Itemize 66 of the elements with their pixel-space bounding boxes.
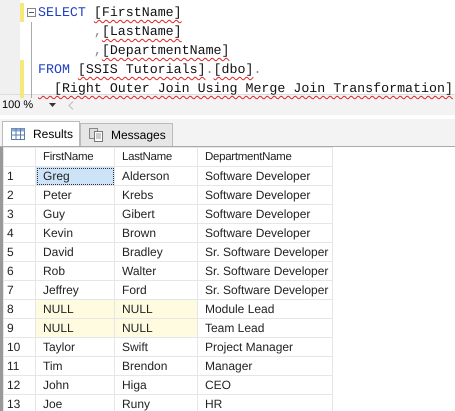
table-cell[interactable]: Software Developer [198, 166, 332, 186]
table-cell[interactable]: Team Lead [198, 318, 332, 338]
table-cell[interactable]: Kevin [36, 224, 114, 242]
row-number: 11 [4, 356, 36, 376]
results-tab[interactable]: Messages [80, 123, 173, 146]
table-cell[interactable]: Higa [114, 376, 198, 394]
table-cell[interactable]: Manager [198, 356, 332, 376]
table-cell[interactable]: Peter [36, 186, 114, 204]
table-cell[interactable]: David [36, 242, 114, 262]
table-cell[interactable]: Tim [36, 356, 114, 376]
table-cell[interactable]: NULL [114, 318, 198, 338]
code-token: [LastName] [102, 24, 182, 39]
table-cell[interactable]: Software Developer [198, 186, 332, 204]
code-token: [DepartmentName] [102, 43, 230, 58]
row-number: 2 [4, 186, 36, 204]
code-token: [Right Outer Join Using Merge Join Transformation] [52, 81, 453, 96]
column-header[interactable]: DepartmentName [198, 148, 332, 166]
code-token: SELECT [38, 5, 86, 20]
zoom-dropdown[interactable]: 100 % [2, 99, 60, 111]
table-cell[interactable]: Swift [114, 338, 198, 356]
table-cell[interactable]: NULL [36, 318, 114, 338]
row-number: 10 [4, 338, 36, 356]
table-cell[interactable]: Sr. Software Developer [198, 280, 332, 300]
column-header[interactable]: LastName [114, 148, 198, 166]
table-cell[interactable]: Software Developer [198, 204, 332, 224]
table-cell[interactable]: Guy [36, 204, 114, 224]
table-cell[interactable]: Greg [36, 166, 114, 186]
document-icon [89, 128, 104, 142]
table-cell[interactable]: Sr. Software Developer [198, 262, 332, 280]
column-header[interactable]: FirstName [36, 148, 114, 166]
table-cell[interactable]: Alderson [114, 166, 198, 186]
grid-icon [11, 128, 25, 140]
row-number: 13 [4, 394, 36, 411]
table-cell[interactable]: Bradley [114, 242, 198, 262]
table-cell[interactable]: Project Manager [198, 338, 332, 356]
row-number: 12 [4, 376, 36, 394]
table-cell[interactable]: Gibert [114, 204, 198, 224]
table-cell[interactable]: Krebs [114, 186, 198, 204]
table-cell[interactable]: NULL [36, 300, 114, 318]
table-cell[interactable]: CEO [198, 376, 332, 394]
table-cell[interactable]: Walter [114, 262, 198, 280]
code-token: . [206, 62, 214, 77]
code-token: , [92, 43, 102, 58]
code-token: [dbo] [214, 62, 254, 77]
collapse-icon[interactable] [26, 8, 36, 17]
table-cell[interactable]: Sr. Software Developer [198, 242, 332, 262]
code-token: FROM [38, 62, 70, 77]
code-token: , [92, 24, 102, 39]
table-cell[interactable]: Rob [36, 262, 114, 280]
row-number: 5 [4, 242, 36, 262]
table-cell[interactable]: Taylor [36, 338, 114, 356]
table-cell[interactable]: Module Lead [198, 300, 332, 318]
caret-icon [49, 103, 56, 107]
table-cell[interactable]: Brown [114, 224, 198, 242]
code-token: [FirstName] [94, 5, 182, 20]
table-cell[interactable]: John [36, 376, 114, 394]
table-cell[interactable]: Brendon [114, 356, 198, 376]
row-number: 7 [4, 280, 36, 300]
table-cell[interactable]: Software Developer [198, 224, 332, 242]
code-token: [SSIS Tutorials] [78, 62, 206, 77]
results-tab[interactable]: Results [2, 121, 80, 146]
code-token: . [253, 62, 262, 77]
row-number: 3 [4, 204, 36, 224]
table-cell[interactable]: NULL [114, 300, 198, 318]
row-number: 4 [4, 224, 36, 242]
row-number: 6 [4, 262, 36, 280]
